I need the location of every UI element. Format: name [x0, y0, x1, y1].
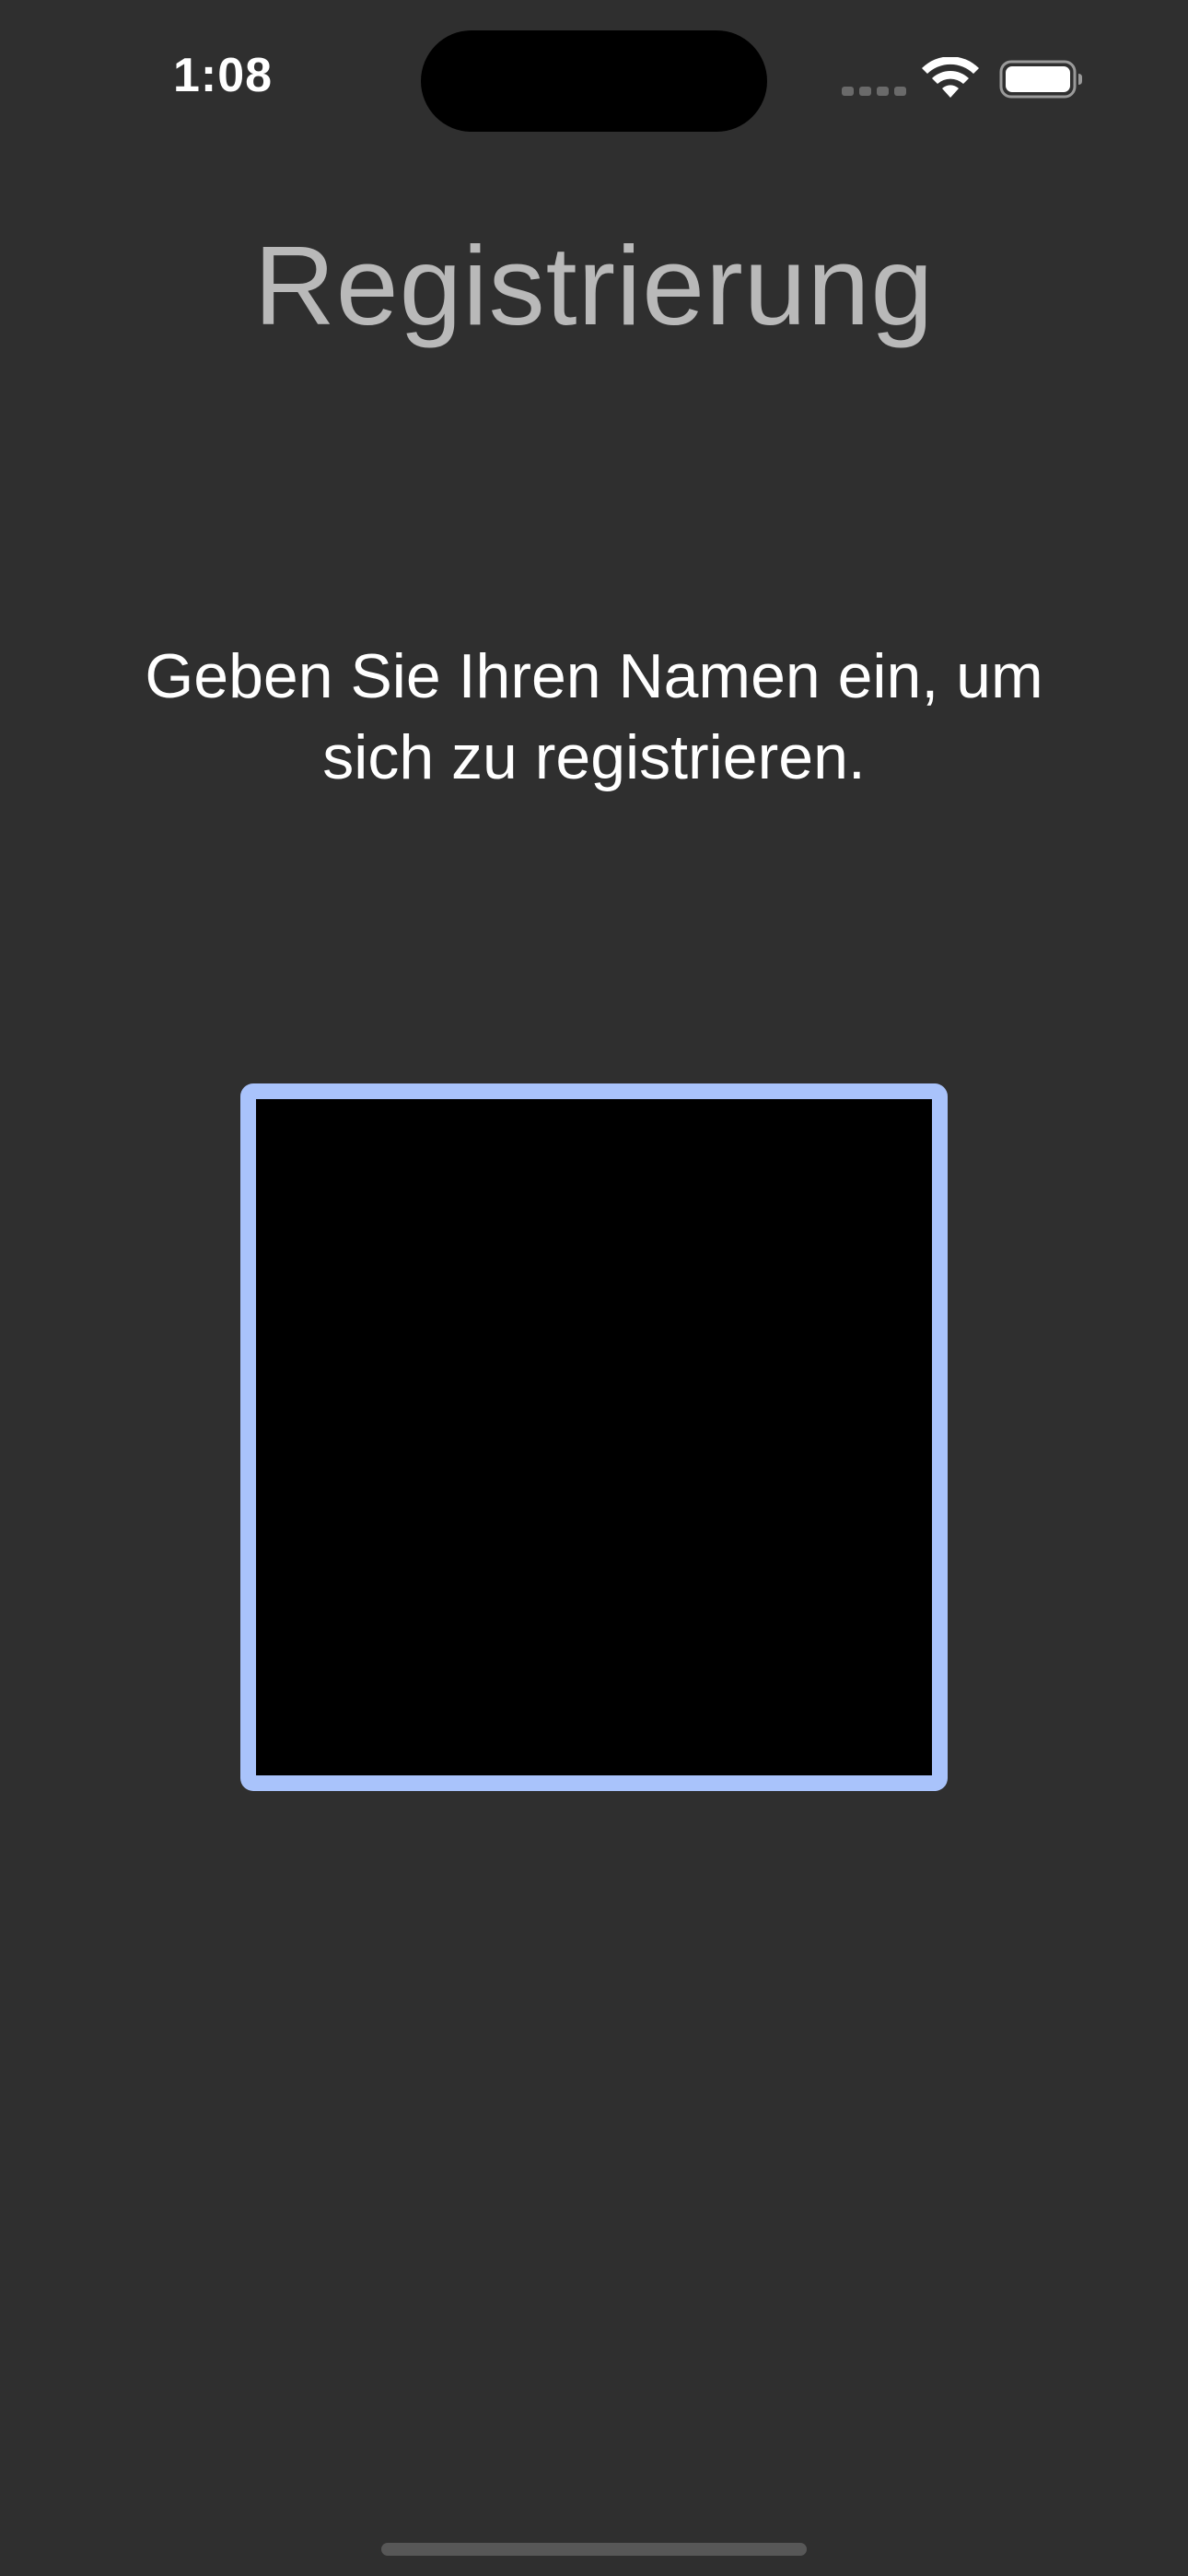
- registration-screen: 1:08 Registrierung Geben Sie Ihren Namen…: [0, 0, 1188, 2576]
- battery-icon: [999, 60, 1082, 99]
- signal-icon: [842, 87, 906, 96]
- status-time: 1:08: [173, 49, 274, 102]
- status-bar: 1:08: [0, 0, 1188, 157]
- home-indicator[interactable]: [381, 2543, 807, 2556]
- instruction-text: Geben Sie Ihren Namen ein, um sich zu re…: [145, 641, 1043, 792]
- dynamic-island: [421, 30, 767, 132]
- wifi-icon: [922, 57, 979, 98]
- page-title: Registrierung: [253, 223, 935, 348]
- name-input-field[interactable]: [240, 1083, 948, 1791]
